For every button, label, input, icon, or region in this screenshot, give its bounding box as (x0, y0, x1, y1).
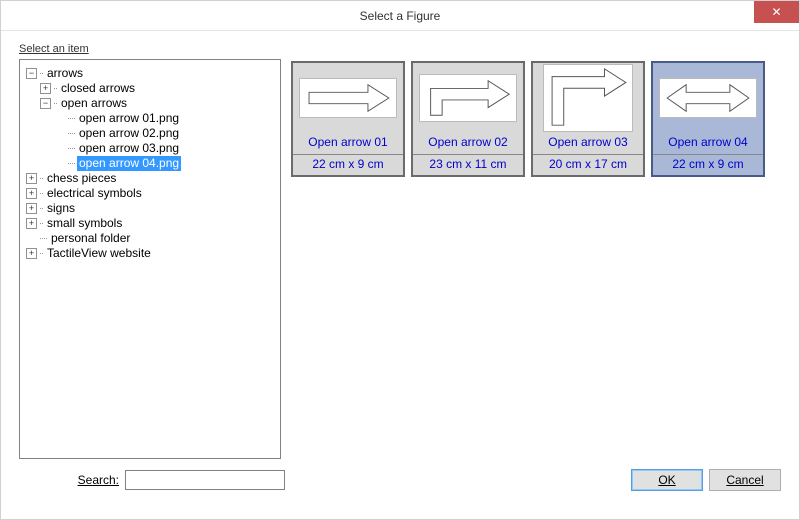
thumbnail[interactable]: Open arrow 04 22 cm x 9 cm (651, 61, 765, 177)
thumbnail-caption: Open arrow 01 (306, 133, 389, 150)
tree-label: chess pieces (45, 171, 118, 186)
tree-leaf[interactable]: ···· open arrow 04.png (54, 156, 276, 171)
tree-label: open arrows (59, 96, 129, 111)
close-button[interactable]: ✕ (754, 1, 799, 23)
tree-connector-icon: ·· (39, 201, 43, 216)
panes: − ·· arrows + ·· closed arrows (19, 59, 781, 459)
thumbnails-pane: Open arrow 01 22 cm x 9 cm Open arrow 02… (291, 59, 781, 459)
thumbnail-image (413, 63, 523, 133)
expander-icon[interactable]: + (26, 203, 37, 214)
tree-connector-icon: ·· (53, 81, 57, 96)
thumbnail-dimensions: 20 cm x 17 cm (533, 154, 643, 175)
tree-label: open arrow 02.png (77, 126, 181, 141)
tree-node-electrical-symbols[interactable]: + ·· electrical symbols (26, 186, 276, 201)
tree-label: open arrow 03.png (77, 141, 181, 156)
tree-label: TactileView website (45, 246, 153, 261)
tree-connector-icon (26, 233, 37, 244)
open-arrow-right-icon (299, 78, 397, 118)
expander-icon[interactable]: + (26, 173, 37, 184)
expander-icon[interactable]: + (26, 248, 37, 259)
thumbnail-caption: Open arrow 02 (426, 133, 509, 150)
tree-leaf[interactable]: ···· open arrow 02.png (54, 126, 276, 141)
thumbnail-dimensions: 22 cm x 9 cm (653, 154, 763, 175)
tree-connector-icon (54, 113, 65, 124)
thumbnail-dimensions: 22 cm x 9 cm (293, 154, 403, 175)
tree-connector-icon: ·· (53, 96, 57, 111)
tree-connector-icon: ···· (67, 111, 75, 126)
search-label: Search: (19, 473, 119, 487)
open-arrow-bent-right-icon (419, 74, 517, 122)
tree-node-arrows[interactable]: − ·· arrows (26, 66, 276, 81)
tree-connector-icon: ·· (39, 171, 43, 186)
tree-connector-icon: ···· (39, 231, 47, 246)
expander-icon[interactable]: − (26, 68, 37, 79)
tree-connector-icon: ···· (67, 126, 75, 141)
tree-node-signs[interactable]: + ·· signs (26, 201, 276, 216)
tree-label: open arrow 04.png (77, 156, 181, 171)
tree-node-closed-arrows[interactable]: + ·· closed arrows (40, 81, 276, 96)
tree-node-chess-pieces[interactable]: + ·· chess pieces (26, 171, 276, 186)
tree-connector-icon: ···· (67, 141, 75, 156)
tree-leaf[interactable]: ···· open arrow 03.png (54, 141, 276, 156)
tree-pane[interactable]: − ·· arrows + ·· closed arrows (19, 59, 281, 459)
thumbnail-caption: Open arrow 03 (546, 133, 629, 150)
thumbnail[interactable]: Open arrow 03 20 cm x 17 cm (531, 61, 645, 177)
thumbnail-dimensions: 23 cm x 11 cm (413, 154, 523, 175)
tree-node-open-arrows[interactable]: − ·· open arrows (40, 96, 276, 111)
thumbnail-image (293, 63, 403, 133)
expander-icon[interactable]: + (40, 83, 51, 94)
window-title: Select a Figure (360, 9, 441, 23)
cancel-button[interactable]: Cancel (709, 469, 781, 491)
tree-connector-icon: ·· (39, 216, 43, 231)
tree-connector-icon: ·· (39, 246, 43, 261)
open-arrow-double-icon (659, 78, 757, 118)
expander-icon[interactable]: + (26, 188, 37, 199)
tree-label: personal folder (49, 231, 132, 246)
tree-label: closed arrows (59, 81, 137, 96)
thumbnail[interactable]: Open arrow 02 23 cm x 11 cm (411, 61, 525, 177)
tree: − ·· arrows + ·· closed arrows (24, 66, 276, 261)
tree-connector-icon (54, 128, 65, 139)
tree-node-tactileview-website[interactable]: + ·· TactileView website (26, 246, 276, 261)
tree-leaf[interactable]: ···· open arrow 01.png (54, 111, 276, 126)
tree-connector-icon: ···· (67, 156, 75, 171)
tree-node-small-symbols[interactable]: + ·· small symbols (26, 216, 276, 231)
tree-connector-icon (54, 143, 65, 154)
tree-connector-icon (54, 158, 65, 169)
tree-label: arrows (45, 66, 85, 81)
tree-node-personal-folder[interactable]: ···· personal folder (26, 231, 276, 246)
open-arrow-bent-right-tall-icon (543, 64, 633, 132)
group-label: Select an item (19, 43, 781, 55)
close-icon: ✕ (771, 5, 781, 19)
dialog-content: Select an item − ·· arrows + (1, 31, 799, 499)
tree-label: open arrow 01.png (77, 111, 181, 126)
tree-label: small symbols (45, 216, 124, 231)
thumbnail-caption: Open arrow 04 (666, 133, 749, 150)
thumbnail[interactable]: Open arrow 01 22 cm x 9 cm (291, 61, 405, 177)
tree-label: signs (45, 201, 77, 216)
titlebar: Select a Figure ✕ (1, 1, 799, 31)
thumbnail-image (653, 63, 763, 133)
tree-connector-icon: ·· (39, 66, 43, 81)
expander-icon[interactable]: − (40, 98, 51, 109)
tree-label: electrical symbols (45, 186, 144, 201)
tree-connector-icon: ·· (39, 186, 43, 201)
thumbnail-image (533, 63, 643, 133)
bottom-row: Search: OK Cancel (19, 469, 781, 491)
ok-button[interactable]: OK (631, 469, 703, 491)
search-input[interactable] (125, 470, 285, 490)
expander-icon[interactable]: + (26, 218, 37, 229)
